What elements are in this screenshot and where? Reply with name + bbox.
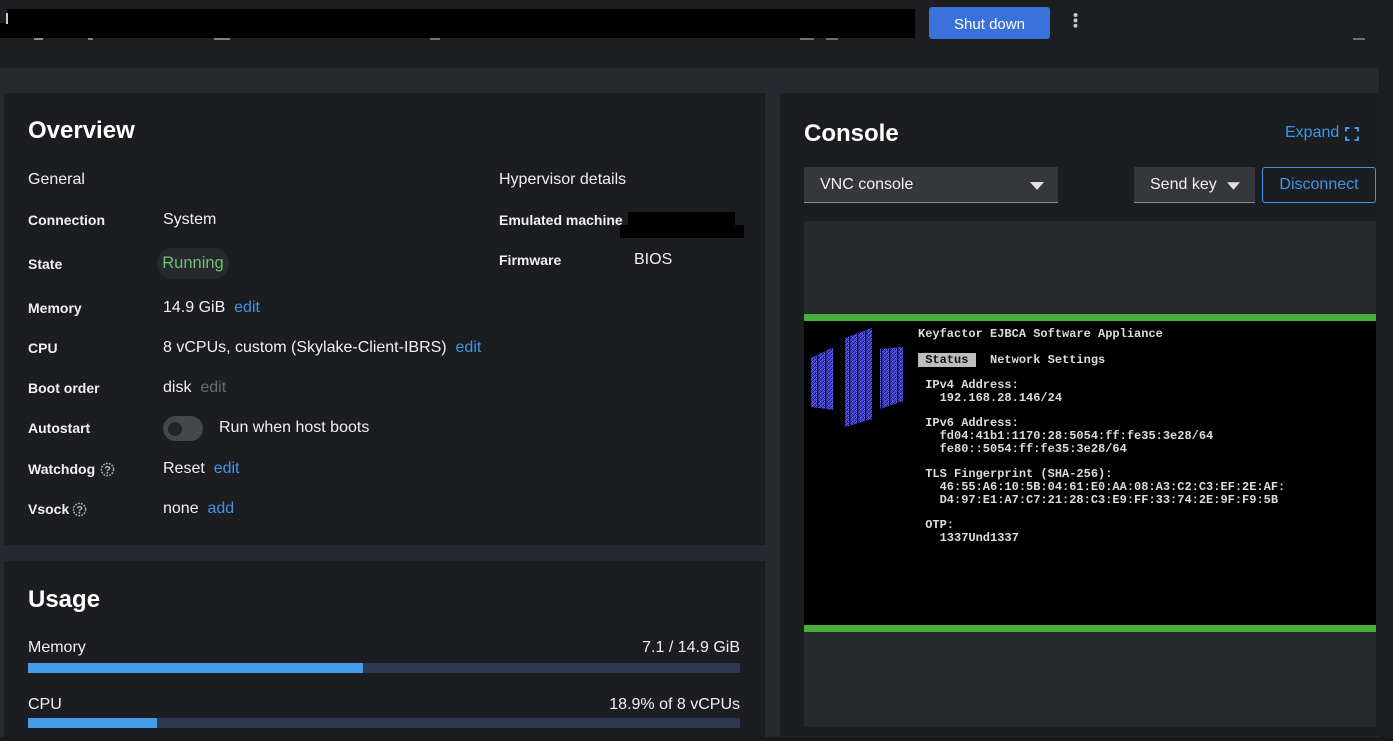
svg-text:?: ?	[76, 504, 83, 516]
svg-text:?: ?	[104, 464, 111, 476]
